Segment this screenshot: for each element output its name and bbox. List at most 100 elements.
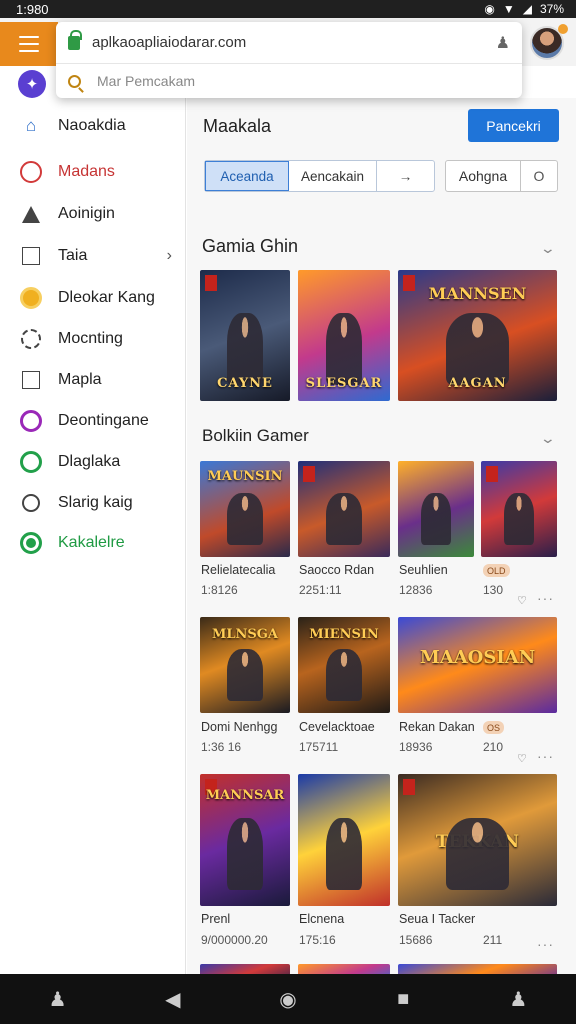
url-text[interactable]: aplkaoapliaiodarar.com [92,34,496,51]
signal-icon: ◢ [522,2,532,16]
sidebar-item-label: Kakalelre [58,534,125,551]
person-icon[interactable]: ♟ [38,987,78,1012]
hero-figure [503,492,535,546]
sidebar-item-home[interactable]: ⌂ Naoakdia [0,107,186,145]
hamburger-icon [19,36,39,57]
hero-figure [325,817,363,891]
hero-figure [445,817,510,891]
item-value: 18936 [399,740,433,754]
item-value: 1:8126 [201,583,238,597]
sidebar-item-label: Dlaglaka [58,453,121,470]
item-value: 9/000000.20 [201,933,268,947]
item-title[interactable]: Saocco Rdan [299,563,374,577]
chevron-down-icon[interactable]: ⌄ [540,430,556,447]
item-title[interactable]: Relielatecalia [201,563,275,577]
app-logo-icon[interactable]: ✦ [18,70,46,98]
more-icon[interactable]: ··· [537,590,554,606]
sidebar-item-taia[interactable]: Taia › [0,237,186,275]
sidebar-item-label: Dleokar Kang [58,289,155,306]
sidebar-item-deontingane[interactable]: Deontingane [0,402,186,440]
triangle-icon [22,205,40,223]
person-icon[interactable]: ♟ [496,33,510,53]
sidebar-item-madans[interactable]: Madans [0,153,186,191]
game-tile[interactable] [398,461,474,557]
item-value: 211 [483,933,503,947]
more-icon[interactable]: ··· [537,748,554,764]
sidebar-item-label: Deontingane [58,412,149,429]
sidebar-item-dleokar[interactable]: Dleokar Kang [0,279,186,317]
hero-figure [325,313,363,386]
home-icon: ⌂ [25,116,37,135]
primary-button[interactable]: Pancekri [468,109,559,142]
hero-figure [325,492,363,546]
chevron-down-icon[interactable]: ⌄ [540,240,556,257]
item-title[interactable]: Domi Nenhgg [201,720,277,734]
sidebar-item-kakalelre[interactable]: Kakalelre [0,524,186,562]
game-tile[interactable] [298,461,390,557]
search-icon-wrap [18,490,44,516]
sidebar-item-mocnting[interactable]: Mocnting [0,320,186,358]
sidebar-item-aoinigin[interactable]: Aoinigin [0,195,186,233]
more-icon[interactable]: ··· [537,936,554,952]
sidebar: ✦ ⌂ Naoakdia Madans Aoinigin Taia › Dleo… [0,66,186,974]
heart-icon[interactable]: ♡ [517,752,527,765]
game-tile[interactable]: MLNSGA [200,617,290,713]
game-tile[interactable] [481,461,557,557]
search-input[interactable]: Mar Pemcakam [97,73,195,89]
green-ring-icon [20,532,42,554]
segment-1[interactable]: Aceanda [205,161,289,191]
game-tile[interactable]: MANNSAR [200,774,290,906]
address-bar[interactable]: aplkaoapliaiodarar.com ♟ [56,22,522,64]
status-badge: OS [483,721,505,734]
item-title[interactable]: Rekan Dakan [399,720,475,734]
notification-icon: ◉ [484,2,495,16]
item-title[interactable]: Seua I Tacker [399,912,475,926]
green-circle-icon-wrap [18,449,44,475]
game-tile[interactable]: TEKKAN [398,774,557,906]
account-icon[interactable]: ♟ [498,987,538,1012]
filter-button[interactable]: O [521,161,557,191]
sidebar-item-mapla[interactable]: Mapla [0,361,186,399]
item-title[interactable]: Cevelacktoae [299,720,375,734]
recents-icon[interactable]: ■ [383,988,423,1011]
filter-dropdown[interactable]: Aohgna [446,161,521,191]
sidebar-item-slarig[interactable]: Slarig kaig [0,484,186,522]
game-tile[interactable] [398,964,557,974]
game-tile[interactable]: MANNSEN AAGAN [398,270,557,401]
game-tile[interactable] [298,964,390,974]
game-tile[interactable]: MAAOSIAN [398,617,557,713]
item-title[interactable]: Elcnena [299,912,344,926]
page-title: Maakala [203,116,272,136]
item-value: 15686 [399,933,433,947]
rating-badge [486,466,498,482]
status-icons: ◉ ▼ ◢ 37% [484,2,564,16]
green-circle-icon [20,451,42,473]
game-tile[interactable]: CAYNE [200,270,290,401]
item-value: 210 [483,740,504,754]
triangle-icon-wrap [18,201,44,227]
rating-badge [403,779,415,795]
tile-title: MIENSIN [309,627,379,642]
sidebar-item-label: Aoinigin [58,205,115,222]
coin-icon [20,287,42,309]
game-tile[interactable]: MIENSIN [298,617,390,713]
game-tile[interactable] [298,774,390,906]
game-tile[interactable] [200,964,290,974]
segmented-control: Aceanda Aencakain → [204,160,435,192]
item-title[interactable]: Prenl [201,912,230,926]
search-suggestion[interactable]: Mar Pemcakam [56,64,522,98]
item-title[interactable]: Seuhlien [399,563,448,577]
heart-icon[interactable]: ♡ [517,594,527,607]
segment-2[interactable]: Aencakain [289,161,377,191]
home-circle-icon[interactable]: ◉ [268,987,308,1012]
back-icon[interactable]: ◀ [153,987,193,1012]
circle-icon [20,161,42,183]
game-tile[interactable]: MAUNSIN [200,461,290,557]
segment-arrow[interactable]: → [377,161,434,191]
bottom-navigation: ♟ ◀ ◉ ■ ♟ [0,974,576,1024]
coin-icon-wrap [18,285,44,311]
sidebar-item-dlaglaka[interactable]: Dlaglaka [0,443,186,481]
section-title: Gamia Ghin [202,236,299,256]
hero-figure [227,492,263,546]
game-tile[interactable]: SLESGAR [298,270,390,401]
